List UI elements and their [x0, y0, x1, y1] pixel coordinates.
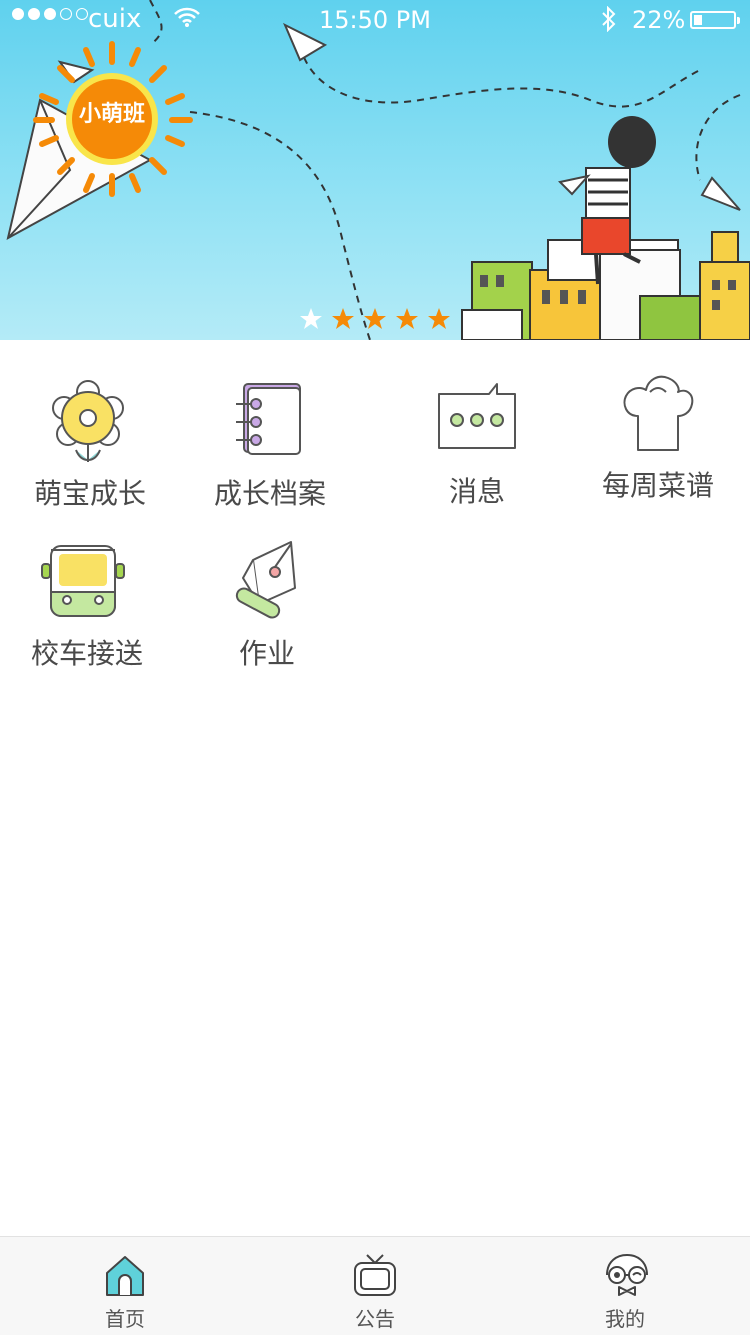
tab-bar: 首页 公告 我的 — [0, 1236, 750, 1335]
tab-label: 我的 — [605, 1307, 645, 1331]
tab-announcements[interactable]: 公告 — [250, 1237, 500, 1335]
bluetooth-icon — [602, 6, 616, 32]
pager-dot[interactable] — [395, 307, 419, 331]
menu-label: 萌宝成长 — [33, 477, 146, 510]
tab-label: 首页 — [105, 1307, 145, 1331]
chef-hat-icon — [623, 375, 694, 451]
pager-dot-active[interactable] — [299, 307, 323, 331]
tab-profile[interactable]: 我的 — [500, 1237, 750, 1335]
menu-item-messages[interactable]: 消息 — [387, 370, 567, 510]
status-bar: cuix 15:50 PM 22% — [0, 0, 750, 40]
menu-item-recipes[interactable]: 每周菜谱 — [568, 370, 748, 510]
tab-label: 公告 — [355, 1307, 395, 1331]
pager-dot[interactable] — [427, 307, 451, 331]
school-bus-icon — [41, 545, 125, 617]
battery-icon — [690, 11, 740, 29]
flower-icon — [52, 380, 124, 462]
tab-home[interactable]: 首页 — [0, 1237, 250, 1335]
menu-item-school-bus[interactable]: 校车接送 — [0, 540, 177, 670]
message-icon — [438, 383, 516, 449]
pager-dot[interactable] — [363, 307, 387, 331]
banner-pager[interactable] — [299, 307, 451, 331]
home-icon — [106, 1256, 144, 1296]
menu-item-homework[interactable]: 作业 — [177, 540, 357, 670]
notebook-icon — [236, 383, 301, 455]
tv-icon — [354, 1254, 396, 1296]
pen-icon — [235, 541, 296, 619]
pager-dot[interactable] — [331, 307, 355, 331]
battery-percentage: 22% — [632, 6, 686, 34]
profile-face-icon — [606, 1253, 648, 1296]
menu-item-archive[interactable]: 成长档案 — [180, 370, 360, 510]
banner[interactable]: cuix 15:50 PM 22% 小萌班 — [0, 0, 750, 340]
class-name-label: 小萌班 — [78, 102, 145, 127]
menu-label: 成长档案 — [213, 477, 326, 510]
menu-label: 每周菜谱 — [601, 469, 714, 502]
menu-label: 消息 — [448, 475, 505, 508]
banner-illustration — [6, 0, 750, 340]
menu-label: 校车接送 — [30, 637, 143, 670]
menu-label: 作业 — [238, 637, 295, 670]
menu-item-growth[interactable]: 萌宝成长 — [0, 370, 180, 510]
